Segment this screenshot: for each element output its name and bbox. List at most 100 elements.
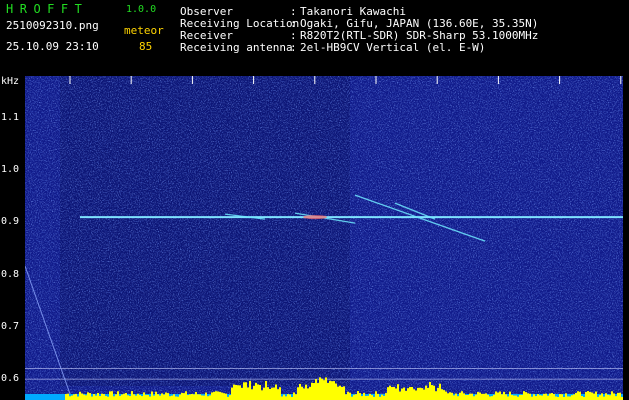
spectrum-bar xyxy=(477,392,479,400)
spectrum-bar xyxy=(67,393,69,400)
spectrum-bar xyxy=(469,393,471,400)
spectrum-bar xyxy=(95,395,97,400)
detection-label: meteor xyxy=(124,24,164,37)
spectrum-bar xyxy=(485,393,487,400)
spectrum-bar xyxy=(511,394,513,400)
spectrum-bar xyxy=(209,395,211,400)
spectrum-bar xyxy=(329,380,331,400)
spectrum-bar xyxy=(349,392,351,400)
spectrum-bar xyxy=(99,396,101,400)
spectrum-bar xyxy=(255,382,257,400)
spectrum-bar xyxy=(337,386,339,400)
spectrum-bar xyxy=(555,396,557,400)
spectrum-bar xyxy=(453,395,455,400)
spectrum-bar xyxy=(87,392,89,400)
spectrum-bar xyxy=(519,394,521,400)
y-axis: kHz xyxy=(0,76,25,400)
spectrum-bar xyxy=(387,387,389,400)
spectrum-bar xyxy=(105,395,107,400)
spectrum-bar xyxy=(65,394,67,400)
spectrogram-noise-bright xyxy=(25,76,623,400)
spectrum-bar xyxy=(83,394,85,400)
spectrum-bar xyxy=(383,395,385,400)
spectrum-bar xyxy=(275,384,277,400)
spectrum-bar xyxy=(607,394,609,400)
spectrum-bar xyxy=(493,394,495,400)
spectrum-bar xyxy=(333,381,335,400)
spectrum-bar xyxy=(277,389,279,400)
spectrum-bar xyxy=(121,394,123,400)
spectrum-bar xyxy=(475,394,477,400)
spectrum-bar xyxy=(401,388,403,400)
spectrum-bar xyxy=(385,393,387,400)
spectrum-bar xyxy=(535,396,537,400)
spectrum-bar xyxy=(183,393,185,400)
spectrum-bar xyxy=(141,396,143,400)
spectrum-bar xyxy=(545,393,547,400)
spectrum-bar xyxy=(595,391,597,400)
spectrum-bar xyxy=(415,390,417,400)
spectrum-bar xyxy=(457,396,459,400)
spectrum-bar xyxy=(357,391,359,400)
spectrum-bar xyxy=(405,390,407,400)
y-tick-label: 1.1 xyxy=(1,111,20,123)
spectrum-bar xyxy=(161,393,163,400)
spectrum-bar xyxy=(365,395,367,400)
spectrum-bar xyxy=(169,396,171,400)
spectrum-bar xyxy=(341,386,343,400)
spectrum-bar xyxy=(103,394,105,400)
spectrum-bar xyxy=(241,387,243,400)
datetime-label: 25.10.09 23:10 xyxy=(6,40,99,53)
spectrum-bar xyxy=(163,394,165,400)
spectrum-bar xyxy=(537,394,539,400)
y-tick-label: 1.0 xyxy=(1,164,20,176)
spectrum-bar xyxy=(339,385,341,400)
spectrum-bar xyxy=(533,394,535,400)
spectrum-bar xyxy=(371,395,373,400)
spectrum-bar xyxy=(389,385,391,400)
spectrum-bar xyxy=(253,385,255,400)
spectrum-bar xyxy=(149,396,151,400)
spectrum-bar xyxy=(521,394,523,400)
spectrum-bar xyxy=(309,386,311,400)
spectrum-bar xyxy=(89,393,91,400)
spectrum-bar xyxy=(467,394,469,400)
spectrum-bar xyxy=(191,394,193,400)
antenna-label: Receiving antenna xyxy=(180,41,293,54)
spectrum-bar xyxy=(165,392,167,400)
spectrum-bar xyxy=(345,394,347,400)
app-title: HROFFT xyxy=(6,2,89,16)
spectrum-bar xyxy=(205,392,207,400)
spectrum-bar xyxy=(353,394,355,400)
spectrum-bar xyxy=(271,387,273,400)
spectrum-bar xyxy=(393,386,395,400)
spectrum-bar xyxy=(185,391,187,400)
spectrum-bar xyxy=(503,391,505,400)
spectrum-bar xyxy=(423,389,425,400)
spectrum-bar xyxy=(497,392,499,400)
spectrum-bar xyxy=(197,394,199,400)
spectrum-bar xyxy=(481,393,483,400)
spectrum-bar xyxy=(413,389,415,400)
spectrum-bar xyxy=(217,391,219,400)
spectrum-bar xyxy=(489,396,491,400)
spectrum-bar xyxy=(619,392,621,400)
spectrum-bar xyxy=(433,385,435,400)
spectrum-bar xyxy=(527,393,529,400)
spectrum-bar xyxy=(181,392,183,400)
detection-count: 85 xyxy=(139,40,153,53)
spectrum-bar xyxy=(133,394,135,400)
spectrum-bar xyxy=(543,393,545,400)
spectrum-bar xyxy=(71,395,73,400)
spectrum-bar xyxy=(77,396,79,400)
spectrum-bar xyxy=(515,395,517,400)
spectrum-bar xyxy=(159,395,161,400)
spectrum-bar xyxy=(363,392,365,400)
spectrum-bar xyxy=(91,396,93,400)
spectrum-bar xyxy=(293,392,295,400)
spectrum-bar xyxy=(445,391,447,400)
spectrum-bar xyxy=(395,388,397,400)
spectrum-bar xyxy=(479,392,481,400)
spectrum-bar xyxy=(461,391,463,400)
spectrum-bar xyxy=(229,395,231,400)
